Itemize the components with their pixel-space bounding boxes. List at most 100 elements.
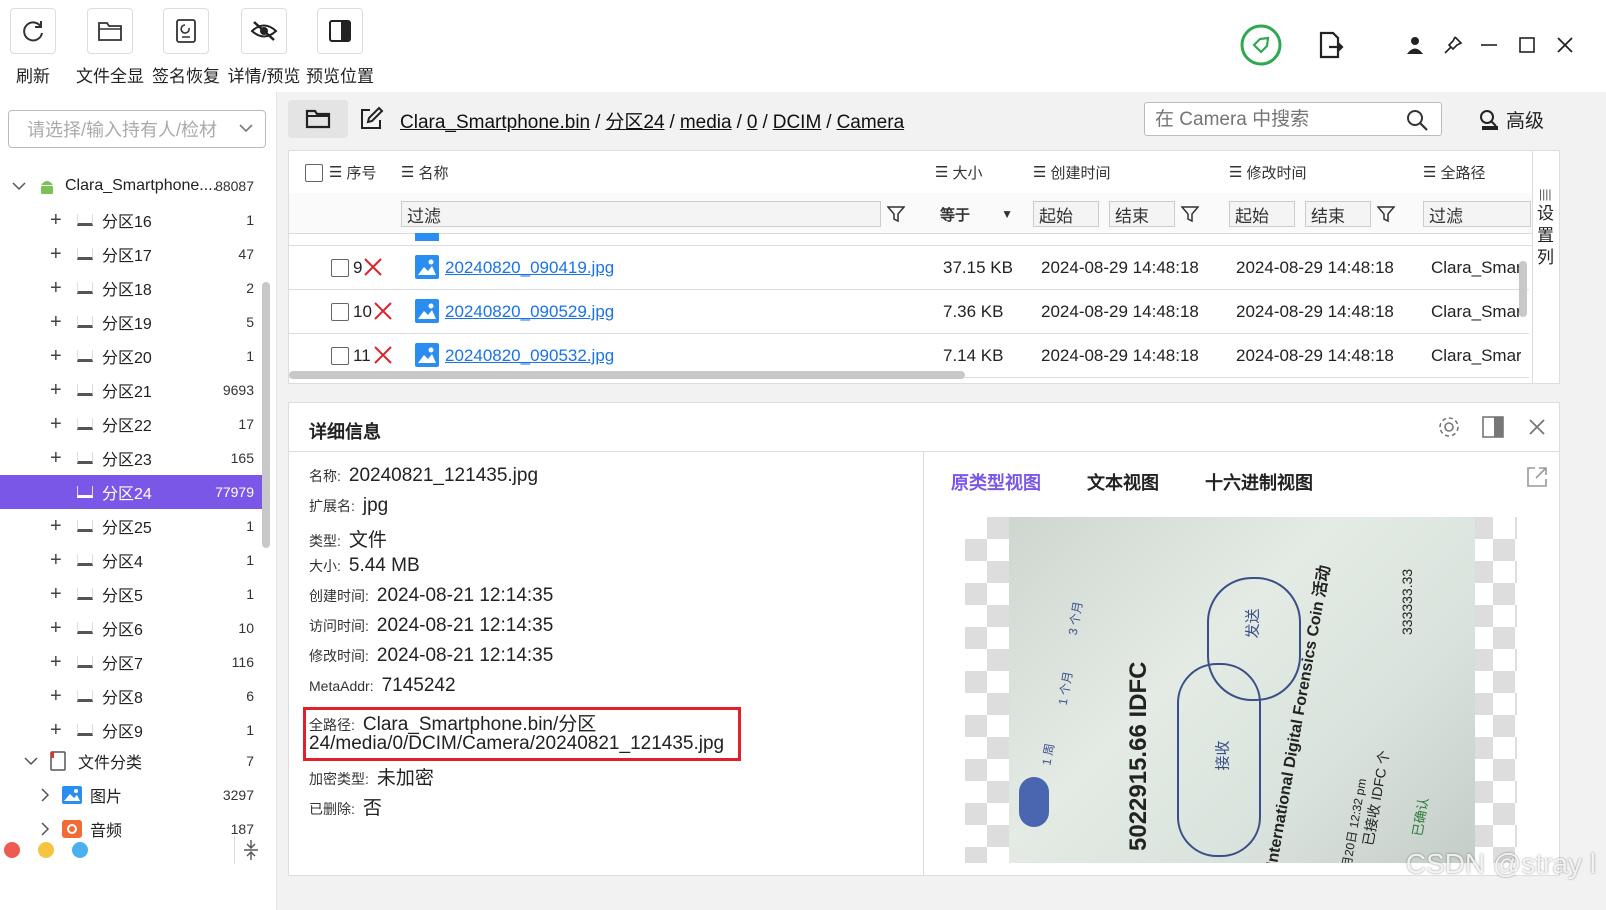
expand-plus-icon[interactable]: + xyxy=(50,379,62,402)
expand-plus-icon[interactable]: + xyxy=(50,243,62,266)
tree-item-partition[interactable]: + 分区25 1 xyxy=(0,509,266,543)
expand-plus-icon[interactable]: + xyxy=(50,345,62,368)
breadcrumb-item[interactable]: media xyxy=(680,112,732,133)
column-header-index[interactable]: ☰ 序号 xyxy=(329,151,376,193)
tree-item-partition[interactable]: + 分区6 10 xyxy=(0,611,266,645)
tree-item-partition[interactable]: + 分区20 1 xyxy=(0,339,266,373)
maximize-button[interactable] xyxy=(1512,30,1542,60)
tab-hex-view[interactable]: 十六进制视图 xyxy=(1205,469,1313,495)
expand-plus-icon[interactable]: + xyxy=(50,617,62,640)
filter-icon[interactable] xyxy=(887,205,905,223)
breadcrumb-item[interactable]: Clara_Smartphone.bin xyxy=(400,112,590,133)
expand-plus-icon[interactable]: + xyxy=(50,277,62,300)
row-name-link[interactable]: 20240820_090419.jpg xyxy=(445,258,614,278)
tree-item-partition[interactable]: + 分区22 17 xyxy=(0,407,266,441)
tree-item-partition[interactable]: + 分区7 116 xyxy=(0,645,266,679)
refresh-button[interactable]: 刷新 xyxy=(10,8,56,87)
path-filter-input[interactable]: 过滤 xyxy=(1423,201,1531,227)
edit-path-button[interactable] xyxy=(358,106,386,134)
tree-item-partition[interactable]: + 分区8 6 xyxy=(0,679,266,713)
expand-plus-icon[interactable]: + xyxy=(50,583,62,606)
column-header-size[interactable]: ☰ 大小 xyxy=(935,151,982,193)
row-checkbox[interactable] xyxy=(331,303,349,321)
modified-start-filter[interactable]: 起始 xyxy=(1229,201,1295,227)
modified-end-filter[interactable]: 结束 xyxy=(1305,201,1371,227)
search-input[interactable] xyxy=(1153,106,1407,134)
close-window-button[interactable] xyxy=(1550,30,1580,60)
column-settings-button[interactable]: |||| 设置列 xyxy=(1532,151,1559,383)
tree-item-partition[interactable]: + 分区19 5 xyxy=(0,305,266,339)
tree-item-partition[interactable]: + 分区18 2 xyxy=(0,271,266,305)
tree-item-partition[interactable]: 分区24 77979 xyxy=(0,475,266,509)
tree-item-partition[interactable]: + 分区4 1 xyxy=(0,543,266,577)
minimize-button[interactable] xyxy=(1474,30,1504,60)
breadcrumb-item[interactable]: 分区24 xyxy=(605,112,664,133)
advanced-search-button[interactable]: 高级 xyxy=(1478,106,1544,133)
tree-category-audio[interactable]: 音频 187 xyxy=(0,812,266,846)
breadcrumb-item[interactable]: Camera xyxy=(837,112,905,133)
tree-file-category[interactable]: 文件分类 7 xyxy=(0,744,266,778)
chevron-right-icon[interactable] xyxy=(40,788,50,802)
tree-root-evidence[interactable]: Clara_Smartphone.... 88087 xyxy=(0,169,266,203)
show-all-files-button[interactable]: 文件全显 xyxy=(76,8,144,87)
breadcrumb-item[interactable]: 0 xyxy=(747,112,758,133)
table-vertical-scrollbar[interactable] xyxy=(1519,261,1527,317)
expand-plus-icon[interactable]: + xyxy=(50,651,62,674)
filter-icon[interactable] xyxy=(1181,205,1199,223)
column-header-modified[interactable]: ☰ 修改时间 xyxy=(1229,151,1306,193)
search-icon[interactable] xyxy=(1405,108,1429,132)
folder-view-button[interactable] xyxy=(288,100,348,138)
details-preview-button[interactable]: 详情/预览 xyxy=(226,8,302,87)
preview-position-button[interactable]: 预览位置 xyxy=(306,8,374,87)
gear-icon[interactable] xyxy=(1437,415,1461,439)
close-icon[interactable] xyxy=(1527,417,1547,437)
expand-plus-icon[interactable]: + xyxy=(50,413,62,436)
chevron-down-icon[interactable] xyxy=(24,756,38,766)
expand-plus-icon[interactable]: + xyxy=(50,549,62,572)
expand-plus-icon[interactable]: + xyxy=(50,719,62,742)
tab-native-view[interactable]: 原类型视图 xyxy=(951,469,1041,495)
user-button[interactable] xyxy=(1400,30,1430,60)
row-checkbox[interactable] xyxy=(331,259,349,277)
name-filter-input[interactable]: 过滤 xyxy=(401,201,881,227)
sidebar-scrollbar[interactable] xyxy=(262,282,270,548)
filter-icon[interactable] xyxy=(1377,205,1395,223)
column-header-created[interactable]: ☰ 创建时间 xyxy=(1033,151,1110,193)
chevron-down-icon[interactable] xyxy=(12,181,26,191)
created-start-filter[interactable]: 起始 xyxy=(1033,201,1099,227)
tree-item-partition[interactable]: + 分区23 165 xyxy=(0,441,266,475)
expand-plus-icon[interactable]: + xyxy=(50,209,62,232)
signature-restore-button[interactable]: 签名恢复 xyxy=(152,8,220,87)
export-button[interactable] xyxy=(1316,30,1346,60)
column-header-name[interactable]: ☰ 名称 xyxy=(401,151,448,193)
table-row[interactable]: 10 20240820_090529.jpg 7.36 KB 2024-08-29 1… xyxy=(289,289,1529,334)
pin-button[interactable] xyxy=(1438,30,1468,60)
row-name-link[interactable]: 20240820_090532.jpg xyxy=(445,346,614,366)
column-header-fullpath[interactable]: ☰ 全路径 xyxy=(1423,151,1485,193)
table-row[interactable]: 9 20240820_090419.jpg 37.15 KB 2024-08-29 1… xyxy=(289,245,1529,290)
tree-item-partition[interactable]: + 分区5 1 xyxy=(0,577,266,611)
expand-plus-icon[interactable]: + xyxy=(50,685,62,708)
panel-right-icon[interactable] xyxy=(1481,415,1505,439)
tree-item-partition[interactable]: + 分区16 1 xyxy=(0,203,266,237)
owner-select[interactable]: 请选择/输入持有人/检材 xyxy=(8,110,266,148)
tree-item-partition[interactable]: + 分区9 1 xyxy=(0,713,266,747)
tab-text-view[interactable]: 文本视图 xyxy=(1087,469,1159,495)
tree-category-images[interactable]: 图片 3297 xyxy=(0,778,266,812)
tree-item-partition[interactable]: + 分区17 47 xyxy=(0,237,266,271)
table-horizontal-scrollbar[interactable] xyxy=(289,371,965,379)
size-operator-select[interactable]: 等于 ▼ xyxy=(935,201,1017,227)
open-external-icon[interactable] xyxy=(1525,465,1549,489)
chevron-right-icon[interactable] xyxy=(40,822,50,836)
status-shield-button[interactable] xyxy=(1240,24,1282,66)
select-all-checkbox[interactable] xyxy=(305,164,323,182)
tree-item-partition[interactable]: + 分区21 9693 xyxy=(0,373,266,407)
row-checkbox[interactable] xyxy=(331,347,349,365)
expand-plus-icon[interactable]: + xyxy=(50,515,62,538)
expand-plus-icon[interactable]: + xyxy=(50,311,62,334)
expand-plus-icon[interactable]: + xyxy=(50,447,62,470)
search-box[interactable] xyxy=(1144,102,1442,136)
created-end-filter[interactable]: 结束 xyxy=(1109,201,1175,227)
breadcrumb-item[interactable]: DCIM xyxy=(773,112,822,133)
row-name-link[interactable]: 20240820_090529.jpg xyxy=(445,302,614,322)
